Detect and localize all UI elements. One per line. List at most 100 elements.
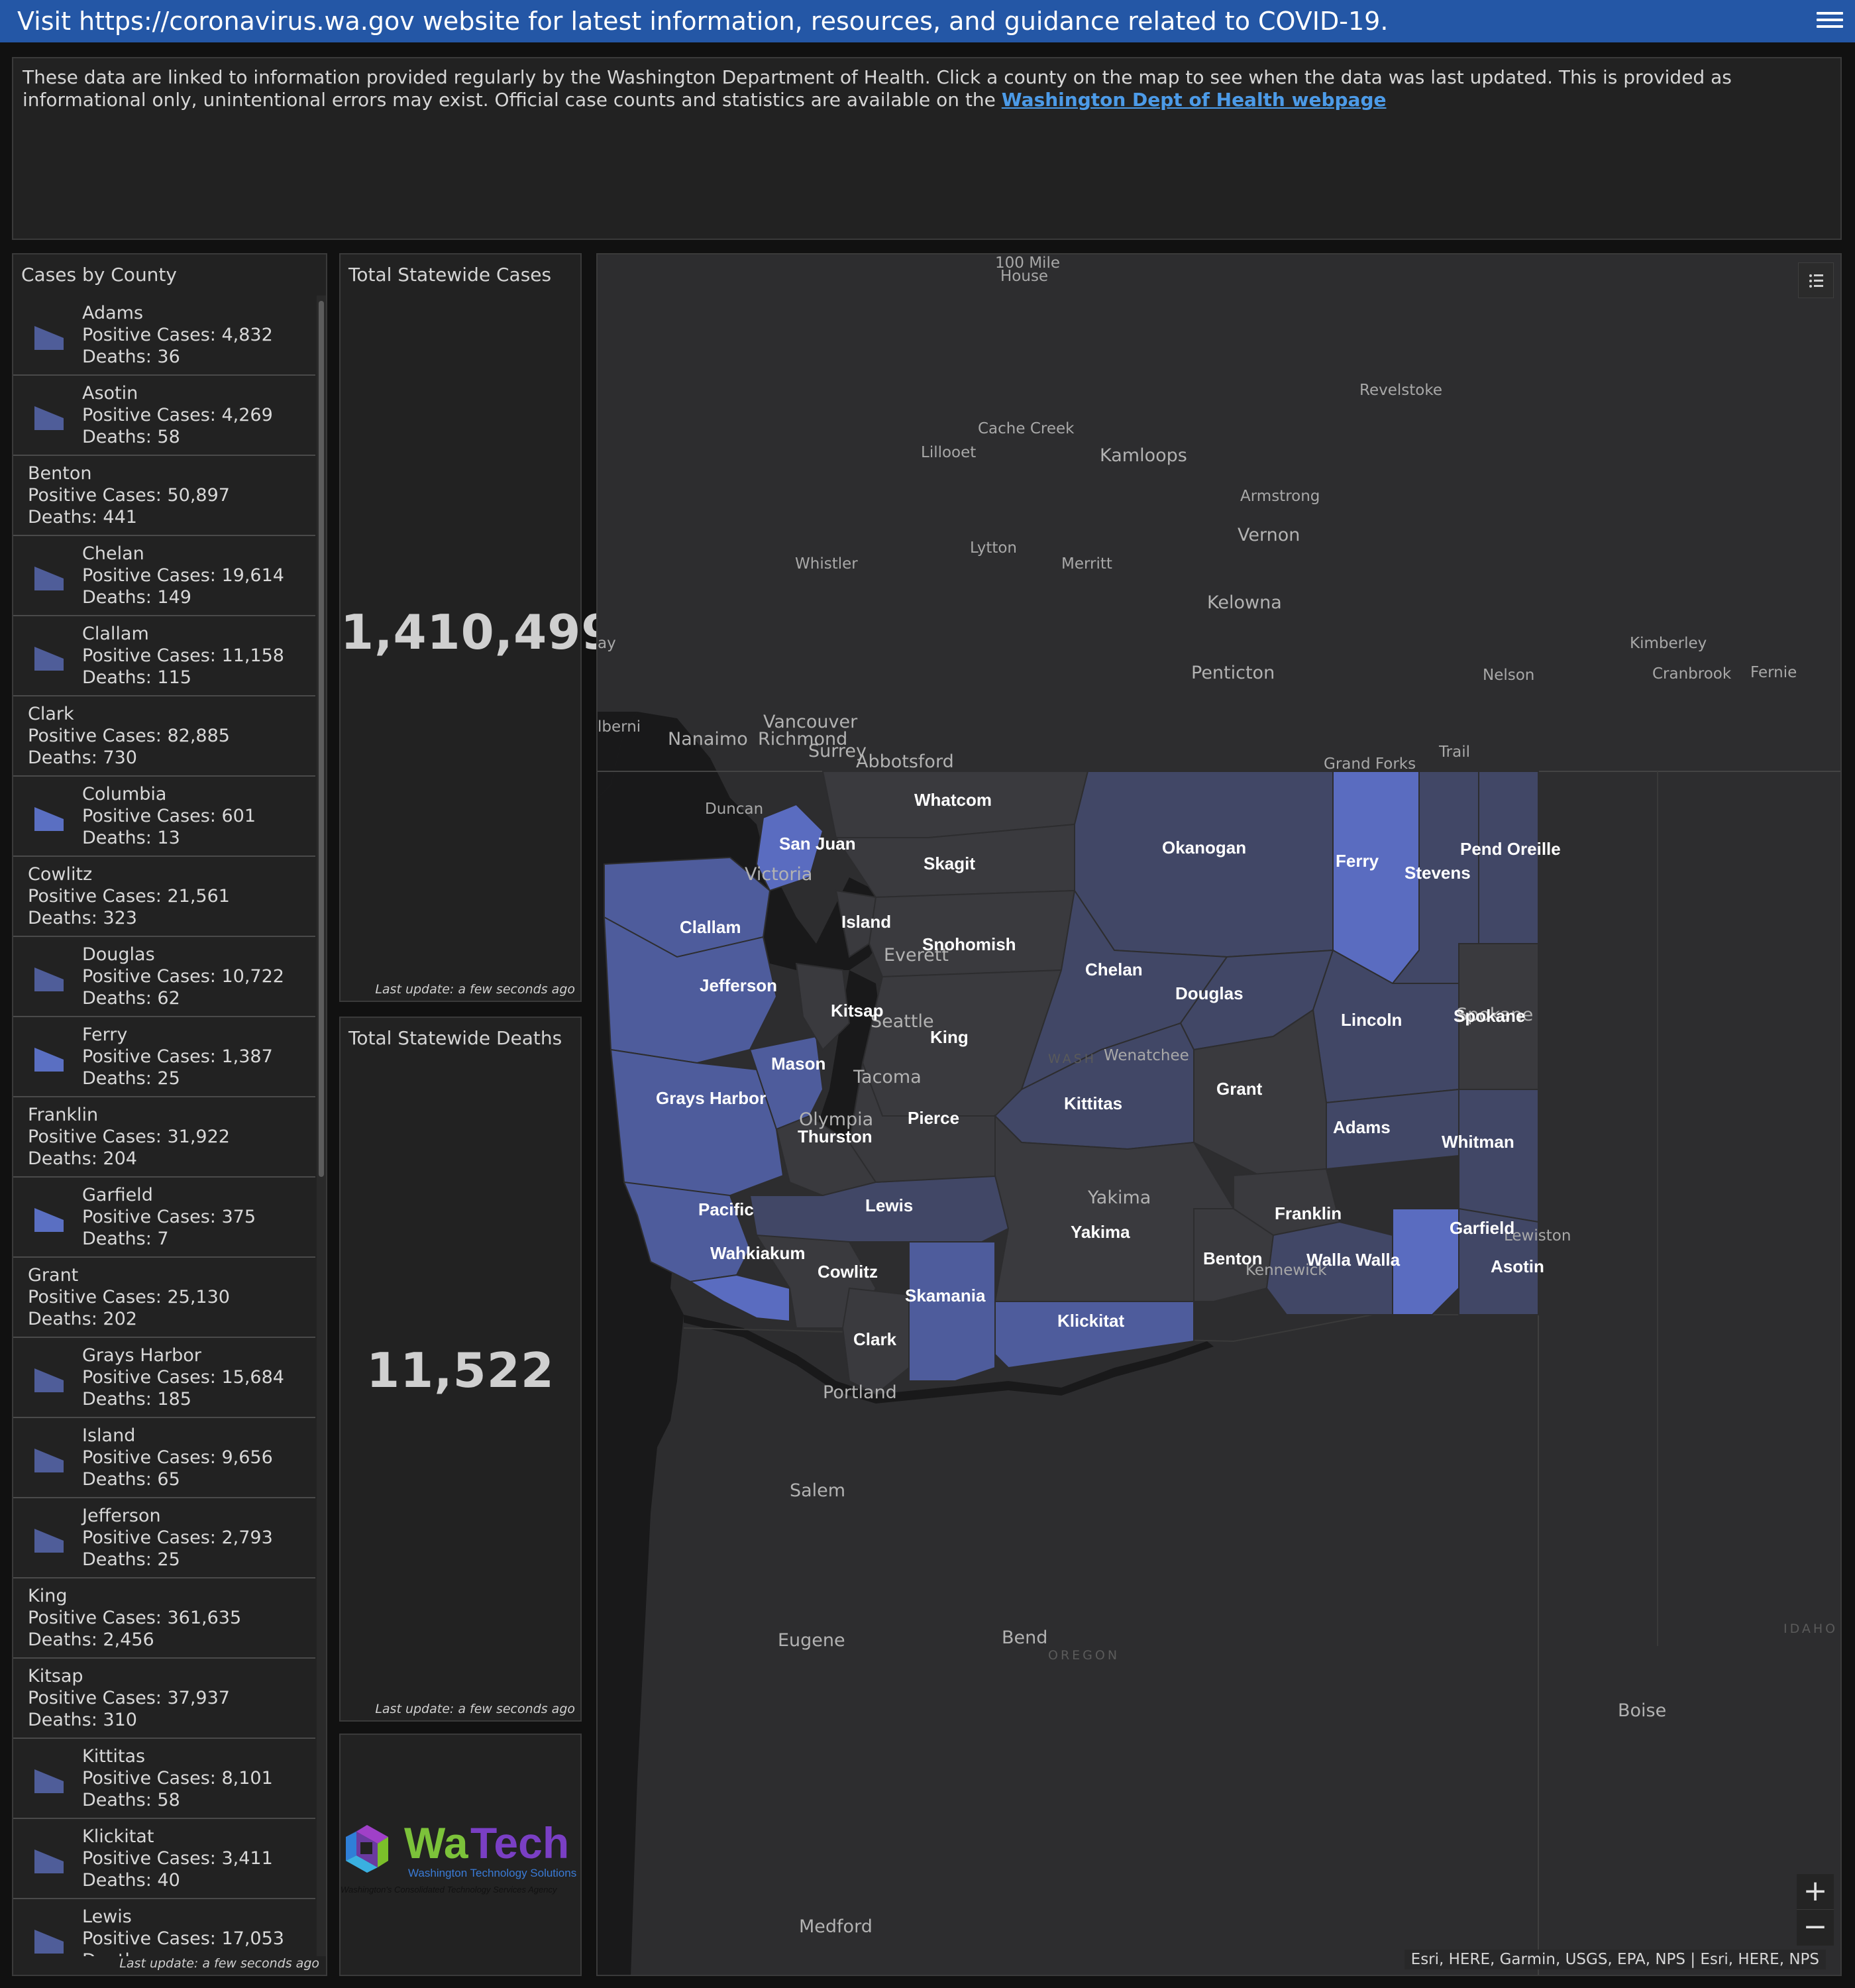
county-info: King Positive Cases: 361,635 Deaths: 2,456: [28, 1585, 241, 1651]
city-label: Lytton: [970, 539, 1017, 557]
city-label: Grand Forks: [1324, 755, 1416, 773]
county-info: Garfield Positive Cases: 375 Deaths: 7: [82, 1184, 256, 1250]
county-list-item[interactable]: Island Positive Cases: 9,656 Deaths: 65: [13, 1418, 315, 1498]
city-label: Cranbrook: [1652, 665, 1732, 683]
county-list-item[interactable]: Asotin Positive Cases: 4,269 Deaths: 58: [13, 376, 315, 456]
county-list-scrollbar[interactable]: [317, 296, 326, 1956]
county-list-item[interactable]: Franklin Positive Cases: 31,922 Deaths: 20…: [13, 1097, 315, 1178]
city-label: Penticton: [1191, 663, 1275, 683]
county-label: Pend Oreille: [1460, 839, 1561, 859]
logo-tagline: Washington Technology Solutions: [408, 1867, 576, 1879]
zoom-in-button[interactable]: +: [1797, 1874, 1834, 1910]
county-label: Island: [841, 912, 891, 932]
county-label: Grant: [1216, 1079, 1263, 1099]
county-label: Mason: [771, 1054, 825, 1074]
county-label: Stevens: [1404, 863, 1471, 883]
city-label: Boise: [1618, 1700, 1666, 1721]
total-cases-value: 1,410,499: [341, 604, 615, 660]
county-cases: Positive Cases: 375: [82, 1207, 256, 1227]
city-label: Portland: [823, 1382, 897, 1403]
county-info: Grays Harbor Positive Cases: 15,684 Deaths…: [82, 1345, 284, 1410]
county-whitman: [1458, 1089, 1539, 1223]
county-label: Grays Harbor: [656, 1088, 766, 1108]
state-label-idaho: IDAHO: [1783, 1622, 1838, 1636]
city-label: Nanaimo: [668, 729, 748, 749]
county-deaths: Deaths: 323: [28, 908, 137, 928]
county-list-item[interactable]: Benton Positive Cases: 50,897 Deaths: 441: [13, 456, 315, 536]
county-list-item[interactable]: Grays Harbor Positive Cases: 15,684 Deaths…: [13, 1338, 315, 1418]
county-cases: Positive Cases: 82,885: [28, 726, 230, 746]
county-label: Jefferson: [700, 975, 777, 995]
city-label: Whistler: [795, 555, 858, 573]
county-label: Benton: [1203, 1248, 1263, 1268]
county-symbol-icon: [34, 1847, 64, 1873]
basemap[interactable]: OREGON WASH IDAHO 100 Mile House Revelst…: [598, 254, 1842, 1976]
county-list-item[interactable]: Grant Positive Cases: 25,130 Deaths: 202: [13, 1258, 315, 1338]
county-name: Asotin: [82, 383, 138, 404]
county-label: Franklin: [1275, 1203, 1342, 1223]
county-list-item[interactable]: Adams Positive Cases: 4,832 Deaths: 36: [13, 296, 315, 376]
county-info: Columbia Positive Cases: 601 Deaths: 13: [82, 783, 256, 849]
county-name: Island: [82, 1425, 136, 1446]
logo-wa-text: Wa: [404, 1818, 469, 1867]
header-banner: Visit https://coronavirus.wa.gov website…: [0, 0, 1855, 42]
county-info: LewisPositive Cases: 17,053Deaths:: [82, 1906, 284, 1956]
county-label: Lincoln: [1341, 1010, 1402, 1030]
county-list-item[interactable]: Kitsap Positive Cases: 37,937 Deaths: 310: [13, 1659, 315, 1739]
county-label: Kittitas: [1064, 1093, 1122, 1113]
city-label: Merritt: [1061, 555, 1112, 573]
county-cases: Positive Cases: 601: [82, 806, 256, 826]
county-list-item[interactable]: Ferry Positive Cases: 1,387 Deaths: 25: [13, 1017, 315, 1097]
county-name: Lewis: [82, 1906, 132, 1927]
county-list-item[interactable]: Chelan Positive Cases: 19,614 Deaths: 149: [13, 536, 315, 616]
city-label: Revelstoke: [1359, 382, 1442, 399]
county-info: Adams Positive Cases: 4,832 Deaths: 36: [82, 302, 273, 368]
county-list-item[interactable]: Cowlitz Positive Cases: 21,561 Deaths: 323: [13, 857, 315, 937]
map-view[interactable]: OREGON WASH IDAHO 100 Mile House Revelst…: [596, 253, 1842, 1976]
county-list-item[interactable]: Kittitas Positive Cases: 8,101 Deaths: 58: [13, 1739, 315, 1819]
county-list-item[interactable]: Clark Positive Cases: 82,885 Deaths: 730: [13, 696, 315, 777]
county-deaths: Deaths:: [82, 1950, 284, 1956]
county-list-item[interactable]: Columbia Positive Cases: 601 Deaths: 13: [13, 777, 315, 857]
county-deaths: Deaths: 25: [82, 1068, 180, 1089]
county-name: Jefferson: [82, 1506, 161, 1526]
scrollbar-thumb[interactable]: [319, 301, 324, 1177]
county-list-item[interactable]: Clallam Positive Cases: 11,158 Deaths: 115: [13, 616, 315, 696]
county-cases: Positive Cases: 4,269: [82, 405, 273, 425]
city-label: Salem: [790, 1480, 845, 1501]
county-label: Adams: [1333, 1117, 1391, 1137]
county-list-item[interactable]: LewisPositive Cases: 17,053Deaths:: [13, 1899, 315, 1956]
county-label: Klickitat: [1057, 1311, 1124, 1331]
county-list-item[interactable]: Klickitat Positive Cases: 3,411 Deaths: 40: [13, 1819, 315, 1899]
county-info: Kitsap Positive Cases: 37,937 Deaths: 310: [28, 1665, 230, 1731]
county-label: Pierce: [908, 1108, 959, 1128]
legend-list-icon[interactable]: [1798, 262, 1834, 298]
county-list[interactable]: Adams Positive Cases: 4,832 Deaths: 36 Asot…: [13, 296, 315, 1956]
total-deaths-panel: Total Statewide Deaths 11,522 Last updat…: [339, 1017, 582, 1722]
cases-by-county-panel: Cases by County Adams Positive Cases: 4,8…: [12, 253, 327, 1976]
county-name: Garfield: [82, 1185, 153, 1205]
county-info: Ferry Positive Cases: 1,387 Deaths: 25: [82, 1024, 273, 1089]
total-cases-title: Total Statewide Cases: [348, 264, 552, 286]
county-info: Jefferson Positive Cases: 2,793 Deaths: 25: [82, 1505, 273, 1571]
county-list-item[interactable]: King Positive Cases: 361,635 Deaths: 2,456: [13, 1578, 315, 1659]
county-symbol-icon: [34, 1927, 64, 1954]
cases-by-county-title: Cases by County: [21, 264, 177, 286]
county-deaths: Deaths: 40: [82, 1870, 180, 1891]
city-label: Kamloops: [1100, 445, 1187, 466]
zoom-out-button[interactable]: −: [1797, 1910, 1834, 1946]
county-symbol-icon: [34, 404, 64, 430]
city-label: Vernon: [1238, 525, 1300, 545]
county-symbol-icon: [34, 1366, 64, 1392]
watech-logo-panel: Wa Tech Washington Technology Solutions …: [339, 1734, 582, 1976]
county-label: Clallam: [680, 917, 741, 937]
county-list-item[interactable]: Garfield Positive Cases: 375 Deaths: 7: [13, 1178, 315, 1258]
header-text: Visit https://coronavirus.wa.gov website…: [17, 7, 1389, 36]
county-label: Walla Walla: [1306, 1250, 1401, 1270]
hamburger-menu-icon[interactable]: [1817, 8, 1843, 34]
county-list-item[interactable]: Douglas Positive Cases: 10,722 Deaths: 62: [13, 937, 315, 1017]
doh-webpage-link[interactable]: Washington Dept of Health webpage: [1002, 89, 1387, 111]
county-list-item[interactable]: Jefferson Positive Cases: 2,793 Deaths: 25: [13, 1498, 315, 1578]
city-label: ay: [598, 635, 616, 652]
city-label: Trail: [1438, 744, 1470, 761]
